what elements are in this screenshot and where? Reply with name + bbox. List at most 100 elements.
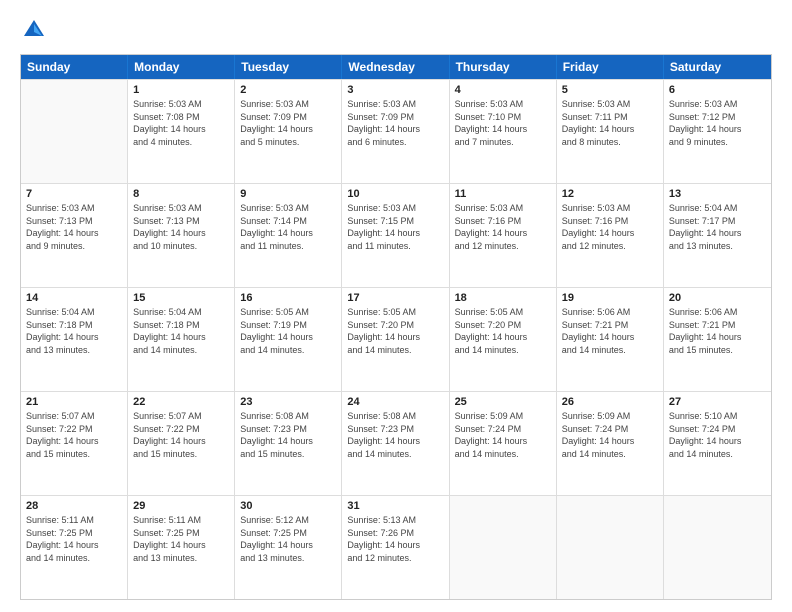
- cell-info: Sunrise: 5:03 AM Sunset: 7:13 PM Dayligh…: [26, 202, 122, 252]
- calendar-day-header: Sunday: [21, 55, 128, 79]
- cell-date: 31: [347, 500, 443, 512]
- calendar-week-row: 21 Sunrise: 5:07 AM Sunset: 7:22 PM Dayli…: [21, 391, 771, 495]
- cell-info: Sunrise: 5:13 AM Sunset: 7:26 PM Dayligh…: [347, 514, 443, 564]
- cell-date: 20: [669, 292, 766, 304]
- cell-info: Sunrise: 5:06 AM Sunset: 7:21 PM Dayligh…: [562, 306, 658, 356]
- calendar-header-row: SundayMondayTuesdayWednesdayThursdayFrid…: [21, 55, 771, 79]
- cell-date: 10: [347, 188, 443, 200]
- calendar-cell: 4 Sunrise: 5:03 AM Sunset: 7:10 PM Daylig…: [450, 80, 557, 183]
- cell-date: 26: [562, 396, 658, 408]
- cell-info: Sunrise: 5:08 AM Sunset: 7:23 PM Dayligh…: [240, 410, 336, 460]
- calendar-cell: 14 Sunrise: 5:04 AM Sunset: 7:18 PM Dayli…: [21, 288, 128, 391]
- calendar-week-row: 28 Sunrise: 5:11 AM Sunset: 7:25 PM Dayli…: [21, 495, 771, 599]
- cell-date: 7: [26, 188, 122, 200]
- cell-date: 29: [133, 500, 229, 512]
- cell-info: Sunrise: 5:04 AM Sunset: 7:17 PM Dayligh…: [669, 202, 766, 252]
- logo-icon: [20, 16, 48, 44]
- cell-date: 24: [347, 396, 443, 408]
- cell-date: 19: [562, 292, 658, 304]
- calendar-cell: 28 Sunrise: 5:11 AM Sunset: 7:25 PM Dayli…: [21, 496, 128, 599]
- calendar-cell: 24 Sunrise: 5:08 AM Sunset: 7:23 PM Dayli…: [342, 392, 449, 495]
- cell-date: 12: [562, 188, 658, 200]
- cell-info: Sunrise: 5:03 AM Sunset: 7:10 PM Dayligh…: [455, 98, 551, 148]
- cell-date: 13: [669, 188, 766, 200]
- cell-info: Sunrise: 5:05 AM Sunset: 7:20 PM Dayligh…: [455, 306, 551, 356]
- calendar-body: 1 Sunrise: 5:03 AM Sunset: 7:08 PM Daylig…: [21, 79, 771, 599]
- calendar-cell: 6Sunrise: 5:03 AM Sunset: 7:12 PM Daylig…: [664, 80, 771, 183]
- logo: [20, 16, 52, 44]
- cell-date: 21: [26, 396, 122, 408]
- cell-info: Sunrise: 5:08 AM Sunset: 7:23 PM Dayligh…: [347, 410, 443, 460]
- cell-info: Sunrise: 5:04 AM Sunset: 7:18 PM Dayligh…: [26, 306, 122, 356]
- cell-date: 28: [26, 500, 122, 512]
- calendar-cell: 12 Sunrise: 5:03 AM Sunset: 7:16 PM Dayli…: [557, 184, 664, 287]
- calendar-cell: 7 Sunrise: 5:03 AM Sunset: 7:13 PM Daylig…: [21, 184, 128, 287]
- cell-date: 3: [347, 84, 443, 96]
- cell-info: Sunrise: 5:09 AM Sunset: 7:24 PM Dayligh…: [562, 410, 658, 460]
- cell-date: 2: [240, 84, 336, 96]
- cell-info: Sunrise: 5:03 AM Sunset: 7:08 PM Dayligh…: [133, 98, 229, 148]
- calendar-week-row: 14 Sunrise: 5:04 AM Sunset: 7:18 PM Dayli…: [21, 287, 771, 391]
- cell-date: 6: [669, 84, 766, 96]
- cell-info: Sunrise: 5:06 AM Sunset: 7:21 PM Dayligh…: [669, 306, 766, 356]
- cell-date: 1: [133, 84, 229, 96]
- cell-date: 9: [240, 188, 336, 200]
- cell-info: Sunrise: 5:09 AM Sunset: 7:24 PM Dayligh…: [455, 410, 551, 460]
- calendar-cell: 8 Sunrise: 5:03 AM Sunset: 7:13 PM Daylig…: [128, 184, 235, 287]
- calendar-cell: 30Sunrise: 5:12 AM Sunset: 7:25 PM Dayli…: [235, 496, 342, 599]
- cell-date: 11: [455, 188, 551, 200]
- calendar-day-header: Tuesday: [235, 55, 342, 79]
- calendar-cell: 25 Sunrise: 5:09 AM Sunset: 7:24 PM Dayli…: [450, 392, 557, 495]
- cell-date: 4: [455, 84, 551, 96]
- calendar-cell: 26 Sunrise: 5:09 AM Sunset: 7:24 PM Dayli…: [557, 392, 664, 495]
- cell-info: Sunrise: 5:07 AM Sunset: 7:22 PM Dayligh…: [26, 410, 122, 460]
- cell-info: Sunrise: 5:10 AM Sunset: 7:24 PM Dayligh…: [669, 410, 766, 460]
- cell-date: 18: [455, 292, 551, 304]
- cell-date: 16: [240, 292, 336, 304]
- calendar-week-row: 1 Sunrise: 5:03 AM Sunset: 7:08 PM Daylig…: [21, 79, 771, 183]
- cell-date: 17: [347, 292, 443, 304]
- calendar-cell: 17 Sunrise: 5:05 AM Sunset: 7:20 PM Dayli…: [342, 288, 449, 391]
- calendar-cell: 16 Sunrise: 5:05 AM Sunset: 7:19 PM Dayli…: [235, 288, 342, 391]
- calendar-day-header: Monday: [128, 55, 235, 79]
- cell-date: 15: [133, 292, 229, 304]
- cell-info: Sunrise: 5:03 AM Sunset: 7:16 PM Dayligh…: [562, 202, 658, 252]
- cell-info: Sunrise: 5:03 AM Sunset: 7:09 PM Dayligh…: [240, 98, 336, 148]
- page: SundayMondayTuesdayWednesdayThursdayFrid…: [0, 0, 792, 612]
- cell-date: 30: [240, 500, 336, 512]
- cell-info: Sunrise: 5:05 AM Sunset: 7:19 PM Dayligh…: [240, 306, 336, 356]
- calendar-cell: 27Sunrise: 5:10 AM Sunset: 7:24 PM Dayli…: [664, 392, 771, 495]
- header: [20, 16, 772, 44]
- cell-info: Sunrise: 5:03 AM Sunset: 7:14 PM Dayligh…: [240, 202, 336, 252]
- calendar-cell: 11Sunrise: 5:03 AM Sunset: 7:16 PM Dayli…: [450, 184, 557, 287]
- calendar-cell: 23 Sunrise: 5:08 AM Sunset: 7:23 PM Dayli…: [235, 392, 342, 495]
- calendar-cell: 29Sunrise: 5:11 AM Sunset: 7:25 PM Dayli…: [128, 496, 235, 599]
- calendar-cell: 9 Sunrise: 5:03 AM Sunset: 7:14 PM Daylig…: [235, 184, 342, 287]
- calendar-cell: 19 Sunrise: 5:06 AM Sunset: 7:21 PM Dayli…: [557, 288, 664, 391]
- calendar-cell: 20 Sunrise: 5:06 AM Sunset: 7:21 PM Dayli…: [664, 288, 771, 391]
- cell-date: 23: [240, 396, 336, 408]
- calendar-cell: 10Sunrise: 5:03 AM Sunset: 7:15 PM Dayli…: [342, 184, 449, 287]
- calendar-cell: 1 Sunrise: 5:03 AM Sunset: 7:08 PM Daylig…: [128, 80, 235, 183]
- calendar-cell: 18 Sunrise: 5:05 AM Sunset: 7:20 PM Dayli…: [450, 288, 557, 391]
- calendar-cell: [21, 80, 128, 183]
- cell-date: 8: [133, 188, 229, 200]
- calendar: SundayMondayTuesdayWednesdayThursdayFrid…: [20, 54, 772, 600]
- calendar-week-row: 7 Sunrise: 5:03 AM Sunset: 7:13 PM Daylig…: [21, 183, 771, 287]
- calendar-cell: 22Sunrise: 5:07 AM Sunset: 7:22 PM Dayli…: [128, 392, 235, 495]
- cell-info: Sunrise: 5:05 AM Sunset: 7:20 PM Dayligh…: [347, 306, 443, 356]
- calendar-cell: [664, 496, 771, 599]
- calendar-day-header: Thursday: [450, 55, 557, 79]
- cell-info: Sunrise: 5:11 AM Sunset: 7:25 PM Dayligh…: [26, 514, 122, 564]
- calendar-cell: 5Sunrise: 5:03 AM Sunset: 7:11 PM Daylig…: [557, 80, 664, 183]
- cell-info: Sunrise: 5:03 AM Sunset: 7:13 PM Dayligh…: [133, 202, 229, 252]
- calendar-day-header: Saturday: [664, 55, 771, 79]
- cell-date: 14: [26, 292, 122, 304]
- cell-info: Sunrise: 5:03 AM Sunset: 7:09 PM Dayligh…: [347, 98, 443, 148]
- calendar-cell: [450, 496, 557, 599]
- calendar-cell: [557, 496, 664, 599]
- cell-info: Sunrise: 5:04 AM Sunset: 7:18 PM Dayligh…: [133, 306, 229, 356]
- cell-date: 25: [455, 396, 551, 408]
- calendar-cell: 3 Sunrise: 5:03 AM Sunset: 7:09 PM Daylig…: [342, 80, 449, 183]
- calendar-cell: 2 Sunrise: 5:03 AM Sunset: 7:09 PM Daylig…: [235, 80, 342, 183]
